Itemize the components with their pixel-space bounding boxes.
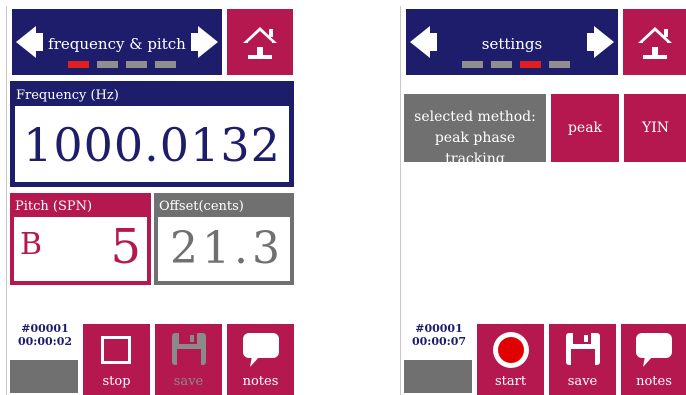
page-indicator — [68, 61, 176, 68]
offset-label: Offset(cents) — [159, 199, 244, 214]
floppy-icon — [172, 333, 206, 365]
speech-bubble-icon — [243, 333, 279, 367]
notes-button[interactable]: notes — [227, 324, 294, 395]
page-header: settings — [406, 9, 618, 75]
recording-time: 00:00:02 — [17, 335, 73, 348]
pitch-display: B 5 — [14, 217, 147, 281]
method-yin-button[interactable]: YIN — [624, 94, 686, 162]
pitch-label: Pitch (SPN) — [15, 199, 93, 214]
selected-method-label: selected method: — [414, 109, 536, 125]
save-label: save — [173, 374, 204, 389]
page-dot — [462, 61, 483, 68]
start-label: start — [494, 374, 527, 389]
stop-label: stop — [102, 374, 131, 389]
offset-display: 21.3 — [158, 217, 290, 281]
selected-method-panel: selected method: peak phase tracking — [404, 94, 546, 167]
page-indicator — [462, 61, 570, 68]
save-label: save — [567, 374, 598, 389]
record-icon — [493, 332, 529, 368]
home-icon — [243, 27, 277, 59]
recording-status: #00001 00:00:07 — [404, 322, 474, 358]
stop-icon — [101, 336, 131, 364]
method-peak-label: peak — [567, 120, 603, 136]
notes-label: notes — [636, 374, 672, 389]
recording-counter: #00001 — [21, 322, 69, 335]
arrow-right-icon[interactable] — [587, 26, 614, 58]
settings-screen: settings selected method: peak phase tra… — [400, 6, 686, 395]
save-button[interactable]: save — [549, 324, 616, 395]
home-button[interactable] — [623, 9, 686, 75]
pitch-panel: Pitch (SPN) B 5 — [10, 193, 151, 285]
notes-button[interactable]: notes — [621, 324, 686, 395]
recording-time: 00:00:07 — [411, 335, 467, 348]
status-bar — [404, 360, 472, 393]
offset-panel: Offset(cents) 21.3 — [154, 193, 294, 285]
frequency-panel: Frequency (Hz) 1000.0132 — [10, 81, 294, 187]
selected-method-value: peak phase tracking — [434, 130, 516, 167]
pitch-octave: 5 — [110, 219, 141, 275]
frequency-label: Frequency (Hz) — [16, 88, 119, 103]
stop-button[interactable]: stop — [83, 324, 150, 395]
page-dot — [155, 61, 176, 68]
frequency-display: 1000.0132 — [14, 105, 290, 183]
frequency-pitch-screen: frequency & pitch Frequency (Hz) 1000.01… — [6, 6, 294, 395]
start-button[interactable]: start — [477, 324, 544, 395]
arrow-right-icon[interactable] — [191, 26, 218, 58]
recording-status: #00001 00:00:02 — [10, 322, 80, 358]
page-dot — [68, 61, 89, 68]
offset-value: 21.3 — [170, 223, 284, 274]
page-dot — [491, 61, 512, 68]
floppy-icon — [566, 333, 600, 365]
pitch-note: B — [20, 227, 43, 262]
frequency-value: 1000.0132 — [23, 118, 281, 172]
home-icon — [638, 27, 672, 59]
status-bar — [10, 360, 78, 393]
notes-label: notes — [242, 374, 279, 389]
page-dot — [97, 61, 118, 68]
home-button[interactable] — [227, 9, 293, 75]
method-yin-label: YIN — [641, 120, 670, 136]
speech-bubble-icon — [636, 333, 672, 367]
page-header: frequency & pitch — [12, 9, 222, 75]
save-button[interactable]: save — [155, 324, 222, 395]
recording-counter: #00001 — [415, 322, 463, 335]
page-dot — [126, 61, 147, 68]
page-dot — [549, 61, 570, 68]
page-dot — [520, 61, 541, 68]
method-peak-button[interactable]: peak — [551, 94, 619, 162]
